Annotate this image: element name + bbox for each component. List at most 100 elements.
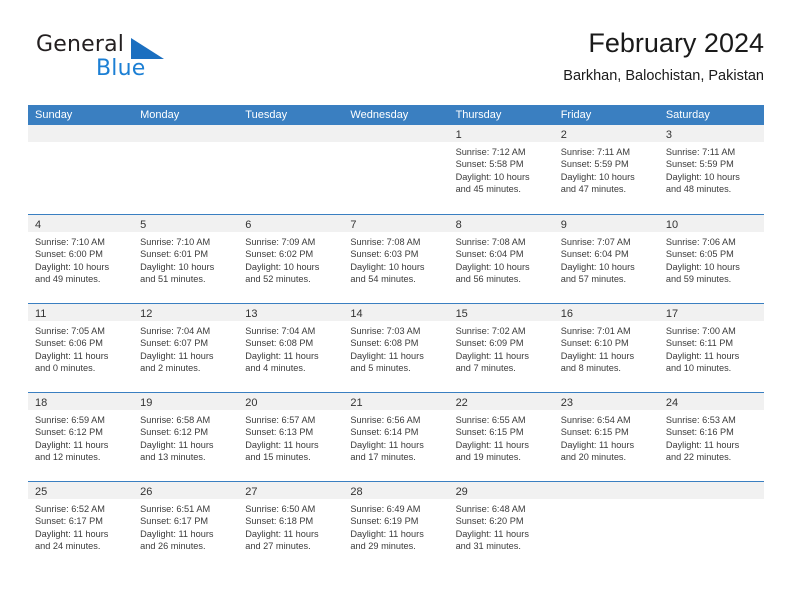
day-cell[interactable]: 25 Sunrise: 6:52 AM Sunset: 6:17 PM Dayl…	[28, 482, 134, 570]
day-cell[interactable]: 13 Sunrise: 7:04 AM Sunset: 6:08 PM Dayl…	[238, 304, 344, 392]
page-subtitle: Barkhan, Balochistan, Pakistan	[563, 68, 764, 84]
sunset-text: Sunset: 6:06 PM	[35, 338, 103, 349]
sunrise-text: Sunrise: 7:04 AM	[245, 326, 316, 336]
daylight-text-line2: and 0 minutes.	[35, 363, 96, 374]
day-number	[238, 129, 245, 141]
day-cell[interactable]: 29 Sunrise: 6:48 AM Sunset: 6:20 PM Dayl…	[448, 482, 554, 570]
day-cell	[28, 125, 134, 214]
daylight-text-line2: and 27 minutes.	[245, 541, 311, 552]
daylight-text-line1: Daylight: 10 hours	[665, 171, 740, 182]
day-number: 2	[560, 129, 567, 141]
daylight-text-line1: Daylight: 11 hours	[455, 528, 529, 539]
sunset-text: Sunset: 5:59 PM	[560, 159, 629, 170]
day-cell[interactable]: 20 Sunrise: 6:57 AM Sunset: 6:13 PM Dayl…	[238, 393, 344, 481]
day-cell[interactable]: 9 Sunrise: 7:07 AM Sunset: 6:04 PM Dayli…	[553, 215, 659, 303]
sunset-text: Sunset: 6:12 PM	[35, 427, 103, 438]
day-number: 17	[665, 308, 679, 320]
day-cell[interactable]: 26 Sunrise: 6:51 AM Sunset: 6:17 PM Dayl…	[133, 482, 239, 570]
daylight-text-line2: and 2 minutes.	[140, 363, 201, 374]
sunset-text: Sunset: 6:08 PM	[245, 338, 314, 349]
sunset-text: Sunset: 6:08 PM	[350, 338, 419, 349]
day-header: 13	[238, 304, 344, 321]
day-cell	[343, 125, 449, 214]
day-header: 17	[658, 304, 764, 321]
daylight-text-line1: Daylight: 11 hours	[140, 439, 214, 450]
day-cell[interactable]: 23 Sunrise: 6:54 AM Sunset: 6:15 PM Dayl…	[553, 393, 659, 481]
day-cell[interactable]: 11 Sunrise: 7:05 AM Sunset: 6:06 PM Dayl…	[28, 304, 134, 392]
day-cell[interactable]: 19 Sunrise: 6:58 AM Sunset: 6:12 PM Dayl…	[133, 393, 239, 481]
day-header: 29	[448, 482, 554, 499]
daylight-text-line2: and 24 minutes.	[35, 541, 101, 552]
day-cell[interactable]: 16 Sunrise: 7:01 AM Sunset: 6:10 PM Dayl…	[553, 304, 659, 392]
sunrise-text: Sunrise: 6:55 AM	[455, 415, 526, 425]
day-cell[interactable]: 5 Sunrise: 7:10 AM Sunset: 6:01 PM Dayli…	[133, 215, 239, 303]
sunrise-text: Sunrise: 7:04 AM	[140, 326, 211, 336]
day-details: Sunrise: 7:02 AM Sunset: 6:09 PM Dayligh…	[449, 321, 554, 375]
day-number: 29	[455, 486, 468, 498]
day-details: Sunrise: 6:50 AM Sunset: 6:18 PM Dayligh…	[238, 499, 343, 553]
day-number: 19	[140, 397, 153, 409]
day-cell[interactable]: 3 Sunrise: 7:11 AM Sunset: 5:59 PM Dayli…	[658, 125, 764, 214]
day-header: 28	[343, 482, 449, 499]
weekday-header-monday: Monday	[140, 109, 180, 121]
day-number: 18	[35, 397, 48, 409]
sunset-text: Sunset: 6:17 PM	[35, 516, 103, 527]
day-details: Sunrise: 7:11 AM Sunset: 5:59 PM Dayligh…	[554, 142, 659, 196]
day-details: Sunrise: 7:10 AM Sunset: 6:01 PM Dayligh…	[133, 232, 238, 286]
day-number: 25	[35, 486, 48, 498]
sunset-text: Sunset: 6:10 PM	[560, 338, 629, 349]
sunrise-text: Sunrise: 7:00 AM	[665, 326, 736, 336]
day-cell[interactable]: 15 Sunrise: 7:02 AM Sunset: 6:09 PM Dayl…	[448, 304, 554, 392]
day-number: 10	[665, 219, 679, 231]
sunset-text: Sunset: 6:15 PM	[560, 427, 629, 438]
day-number: 3	[665, 129, 672, 141]
day-cell[interactable]: 12 Sunrise: 7:04 AM Sunset: 6:07 PM Dayl…	[133, 304, 239, 392]
daylight-text-line1: Daylight: 11 hours	[35, 528, 109, 539]
daylight-text-line1: Daylight: 10 hours	[560, 171, 635, 182]
day-cell[interactable]: 6 Sunrise: 7:09 AM Sunset: 6:02 PM Dayli…	[238, 215, 344, 303]
day-cell[interactable]: 27 Sunrise: 6:50 AM Sunset: 6:18 PM Dayl…	[238, 482, 344, 570]
day-number: 12	[140, 308, 153, 320]
day-cell[interactable]: 24 Sunrise: 6:53 AM Sunset: 6:16 PM Dayl…	[658, 393, 764, 481]
sunrise-text: Sunrise: 6:50 AM	[245, 504, 316, 514]
day-header: 3	[658, 125, 764, 142]
sunset-text: Sunset: 6:04 PM	[560, 249, 629, 260]
day-header: 20	[238, 393, 344, 410]
day-number: 14	[350, 308, 363, 320]
day-number: 16	[560, 308, 573, 320]
daylight-text-line1: Daylight: 11 hours	[350, 528, 424, 539]
daylight-text-line2: and 54 minutes.	[350, 274, 416, 285]
daylight-text-line1: Daylight: 10 hours	[350, 261, 425, 272]
day-cell[interactable]: 22 Sunrise: 6:55 AM Sunset: 6:15 PM Dayl…	[448, 393, 554, 481]
day-number: 26	[140, 486, 153, 498]
sunset-text: Sunset: 6:03 PM	[350, 249, 419, 260]
day-cell[interactable]: 4 Sunrise: 7:10 AM Sunset: 6:00 PM Dayli…	[28, 215, 134, 303]
daylight-text-line1: Daylight: 11 hours	[245, 439, 319, 450]
weekday-header-friday: Friday	[560, 109, 592, 121]
day-cell[interactable]: 14 Sunrise: 7:03 AM Sunset: 6:08 PM Dayl…	[343, 304, 449, 392]
day-cell[interactable]: 1 Sunrise: 7:12 AM Sunset: 5:58 PM Dayli…	[448, 125, 554, 214]
day-cell[interactable]: 7 Sunrise: 7:08 AM Sunset: 6:03 PM Dayli…	[343, 215, 449, 303]
daylight-text-line1: Daylight: 10 hours	[455, 261, 530, 272]
day-cell[interactable]: 8 Sunrise: 7:08 AM Sunset: 6:04 PM Dayli…	[448, 215, 554, 303]
daylight-text-line2: and 8 minutes.	[560, 363, 621, 374]
general-blue-logo[interactable]: General Blue	[36, 32, 216, 90]
day-cell[interactable]: 28 Sunrise: 6:49 AM Sunset: 6:19 PM Dayl…	[343, 482, 449, 570]
day-number: 6	[245, 219, 252, 231]
day-details: Sunrise: 7:10 AM Sunset: 6:00 PM Dayligh…	[28, 232, 133, 286]
day-details: Sunrise: 6:48 AM Sunset: 6:20 PM Dayligh…	[449, 499, 554, 553]
day-cell[interactable]: 10 Sunrise: 7:06 AM Sunset: 6:05 PM Dayl…	[658, 215, 764, 303]
sunset-text: Sunset: 6:16 PM	[665, 427, 734, 438]
day-cell[interactable]: 18 Sunrise: 6:59 AM Sunset: 6:12 PM Dayl…	[28, 393, 134, 481]
day-cell[interactable]: 21 Sunrise: 6:56 AM Sunset: 6:14 PM Dayl…	[343, 393, 449, 481]
day-cell[interactable]: 17 Sunrise: 7:00 AM Sunset: 6:11 PM Dayl…	[658, 304, 764, 392]
daylight-text-line1: Daylight: 11 hours	[140, 350, 214, 361]
day-number: 8	[455, 219, 462, 231]
sunset-text: Sunset: 6:17 PM	[140, 516, 209, 527]
day-header: 11	[28, 304, 134, 321]
day-details: Sunrise: 7:00 AM Sunset: 6:11 PM Dayligh…	[659, 321, 764, 375]
sunset-text: Sunset: 6:00 PM	[35, 249, 103, 260]
day-cell[interactable]: 2 Sunrise: 7:11 AM Sunset: 5:59 PM Dayli…	[553, 125, 659, 214]
sunrise-text: Sunrise: 6:56 AM	[350, 415, 421, 425]
day-details: Sunrise: 6:59 AM Sunset: 6:12 PM Dayligh…	[28, 410, 133, 464]
